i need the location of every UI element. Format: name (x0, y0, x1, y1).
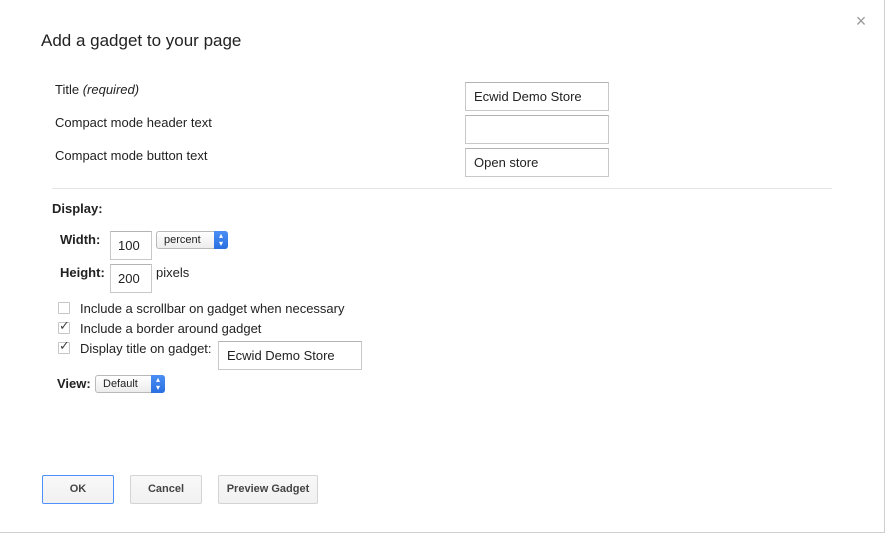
compact-header-label: Compact mode header text (55, 115, 212, 130)
border-label: Include a border around gadget (80, 321, 262, 336)
title-label: Title (required) (55, 82, 139, 97)
title-label-text: Title (55, 82, 80, 97)
height-label: Height: (60, 265, 105, 280)
view-label: View: (57, 376, 91, 391)
select-arrows-icon: ▴ ▾ (151, 375, 165, 393)
add-gadget-dialog: Add a gadget to your page × Title (requi… (0, 0, 885, 533)
title-input[interactable] (465, 82, 609, 111)
width-label: Width: (60, 232, 101, 247)
cancel-button[interactable]: Cancel (130, 475, 202, 504)
show-title-input[interactable] (218, 341, 362, 370)
border-checkbox[interactable]: ✓ (58, 318, 70, 334)
close-icon[interactable]: × (853, 12, 869, 30)
view-value: Default (103, 378, 138, 390)
scrollbar-label: Include a scrollbar on gadget when neces… (80, 301, 345, 316)
width-unit-value: percent (164, 234, 201, 246)
show-title-checkbox[interactable]: ✓ (58, 338, 70, 354)
section-divider (52, 188, 832, 189)
checkmark-icon: ✓ (59, 338, 70, 353)
scrollbar-checkbox[interactable] (58, 302, 70, 314)
compact-button-label: Compact mode button text (55, 148, 208, 163)
height-input[interactable] (110, 264, 152, 293)
ok-button[interactable]: OK (42, 475, 114, 504)
compact-header-input[interactable] (465, 115, 609, 144)
checkmark-icon: ✓ (59, 318, 70, 333)
show-title-label: Display title on gadget: (80, 341, 212, 356)
height-unit-label: pixels (156, 265, 190, 280)
select-arrows-icon: ▴ ▾ (214, 231, 228, 249)
preview-gadget-button[interactable]: Preview Gadget (218, 475, 318, 504)
compact-button-input[interactable] (465, 148, 609, 177)
title-required-text: (required) (82, 82, 140, 97)
view-select[interactable]: Default ▴ ▾ (95, 375, 165, 393)
display-heading: Display: (52, 201, 103, 216)
width-unit-select[interactable]: percent ▴ ▾ (156, 231, 228, 249)
width-input[interactable] (110, 231, 152, 260)
dialog-title: Add a gadget to your page (41, 31, 242, 50)
